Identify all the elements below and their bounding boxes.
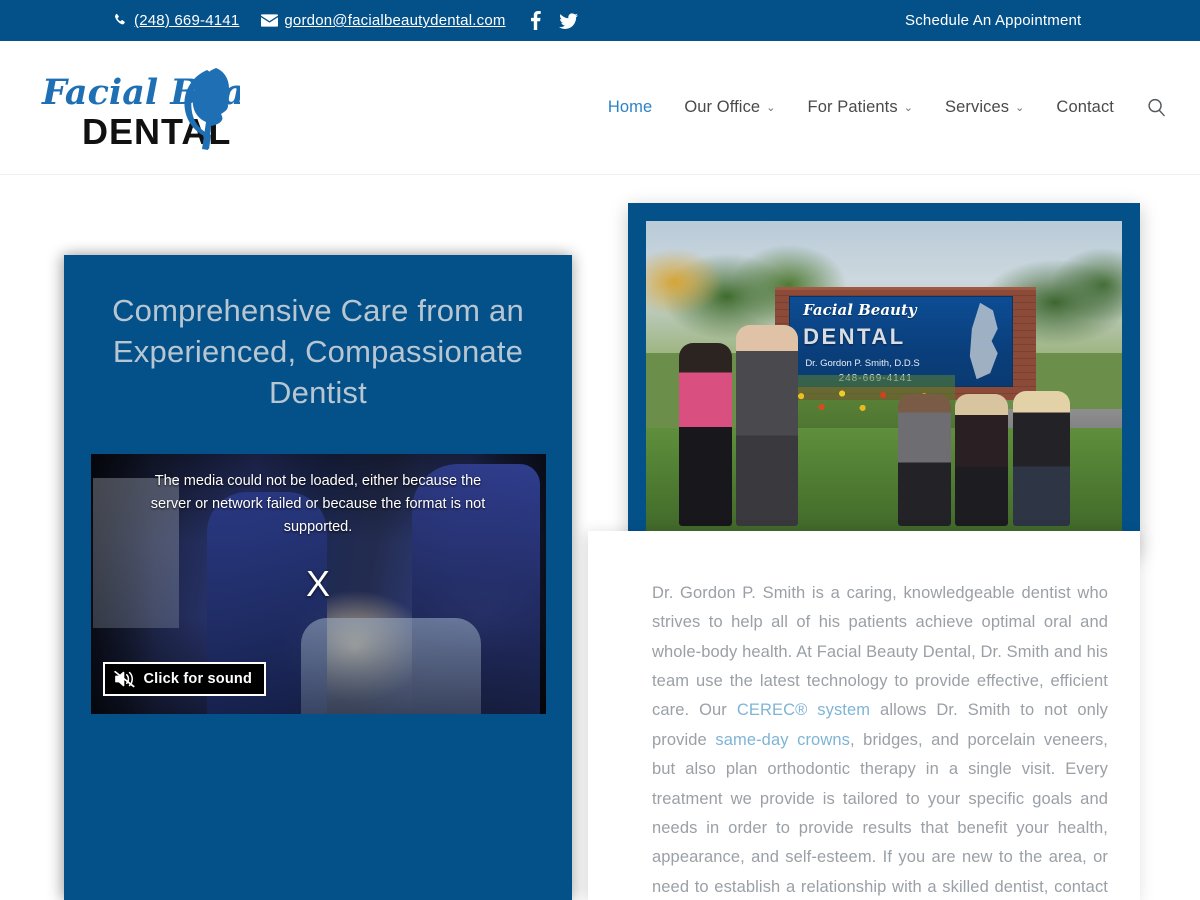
video-error-message: The media could not be loaded, either be… (150, 472, 486, 535)
intro-text-card: Dr. Gordon P. Smith is a caring, knowled… (588, 531, 1140, 900)
intro-text-3: , bridges, and porcelain veneers, but al… (652, 730, 1108, 896)
sign-block-text: DENTAL (803, 324, 906, 350)
phone-icon (113, 13, 128, 28)
nav-label-services: Services (945, 98, 1010, 116)
sound-button-label: Click for sound (143, 670, 253, 687)
phone-link[interactable]: (248) 669-4141 (113, 12, 239, 29)
photo-person (736, 324, 799, 526)
chevron-down-icon: ⌄ (903, 102, 914, 114)
schedule-appointment-link[interactable]: Schedule An Appointment (905, 12, 1081, 29)
hero-title: Comprehensive Care from an Experienced, … (112, 293, 524, 410)
intro-paragraph: Dr. Gordon P. Smith is a caring, knowled… (588, 531, 1140, 900)
sign-script-text: Facial Beauty (803, 300, 917, 319)
nav-label-home: Home (607, 98, 653, 116)
nav-item-services[interactable]: Services ⌄ (929, 98, 1040, 117)
photo-person (1012, 390, 1070, 526)
sign-doctor-name: Dr. Gordon P. Smith, D.D.S (805, 357, 920, 369)
photo-person (898, 393, 951, 526)
main-navigation: Home Our Office ⌄ For Patients ⌄ Service… (592, 96, 1176, 120)
video-player[interactable]: The media could not be loaded, either be… (90, 453, 546, 714)
facebook-icon[interactable] (530, 11, 541, 30)
video-poster-shape (300, 617, 481, 714)
email-address: gordon@facialbeautydental.com (284, 12, 506, 29)
site-header: Facial Beauty DENTAL Home Our Office ⌄ F… (0, 41, 1200, 175)
cerec-system-link[interactable]: CEREC® system (737, 701, 870, 719)
right-column: Facial Beauty DENTAL Dr. Gordon P. Smith… (588, 175, 1140, 900)
topbar-cta-group: Schedule An Appointment (905, 0, 1081, 41)
photo-person (955, 393, 1008, 526)
intro-text-1: Dr. Gordon P. Smith is a caring, knowled… (652, 584, 1108, 720)
close-x-icon[interactable]: X (306, 565, 330, 602)
nav-item-our-office[interactable]: Our Office ⌄ (668, 98, 791, 117)
nav-label-contact: Contact (1056, 98, 1114, 116)
envelope-icon (261, 14, 279, 27)
speaker-muted-icon (113, 670, 135, 688)
topbar-contact-group: (248) 669-4141 gordon@facialbeautydental… (113, 11, 578, 30)
hero-panel: Comprehensive Care from an Experienced, … (64, 255, 572, 900)
nav-label-our-office: Our Office (684, 98, 761, 116)
nav-label-for-patients: For Patients (807, 98, 898, 116)
same-day-crowns-link[interactable]: same-day crowns (715, 731, 850, 749)
top-utility-bar: (248) 669-4141 gordon@facialbeautydental… (0, 0, 1200, 41)
site-logo[interactable]: Facial Beauty DENTAL (40, 56, 240, 160)
page-body: Comprehensive Care from an Experienced, … (0, 175, 1200, 900)
email-link[interactable]: gordon@facialbeautydental.com (261, 12, 505, 29)
nav-item-for-patients[interactable]: For Patients ⌄ (792, 98, 929, 117)
chevron-down-icon: ⌄ (1015, 102, 1025, 114)
click-for-sound-button[interactable]: Click for sound (102, 661, 267, 696)
team-photo: Facial Beauty DENTAL Dr. Gordon P. Smith… (646, 221, 1122, 535)
social-links (530, 11, 578, 30)
twitter-icon[interactable] (558, 12, 578, 29)
phone-number: (248) 669-4141 (134, 12, 240, 29)
sign-face-profile-icon (969, 302, 998, 380)
logo-artwork: Facial Beauty DENTAL (41, 67, 240, 152)
team-photo-frame: Facial Beauty DENTAL Dr. Gordon P. Smith… (628, 203, 1140, 553)
chevron-down-icon: ⌄ (766, 102, 776, 114)
search-icon[interactable] (1144, 96, 1168, 120)
monument-sign: Facial Beauty DENTAL Dr. Gordon P. Smith… (788, 296, 1013, 388)
nav-item-contact[interactable]: Contact (1040, 98, 1130, 117)
nav-item-home[interactable]: Home (592, 98, 668, 117)
photo-person (679, 343, 732, 526)
